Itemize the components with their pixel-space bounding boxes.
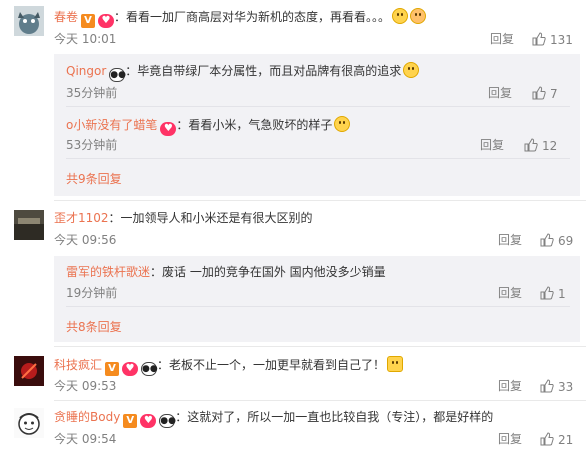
- username-link[interactable]: 贪睡的Body: [54, 410, 120, 424]
- comment-text: ：一加领导人和小米还是有很大区别的: [108, 211, 313, 225]
- more-replies-link[interactable]: 共8条回复: [66, 320, 122, 334]
- username-link[interactable]: o小新没有了蜡笔: [66, 118, 157, 132]
- more-replies-link[interactable]: 共9条回复: [66, 172, 122, 186]
- thumbs-up-emoji-icon: [387, 356, 404, 372]
- thumb-up-icon: [532, 86, 546, 100]
- thumb-up-icon: [532, 32, 546, 46]
- like-button[interactable]: 12: [524, 138, 557, 153]
- reply-button[interactable]: 回复: [490, 32, 514, 46]
- comment-item: 春卷 V ♥ ：看看一加厂商高层对华为新机的态度，再看看。。。 今天 10:01 回复…: [0, 0, 586, 200]
- emoji-icon: [410, 8, 427, 24]
- like-count: 7: [550, 87, 558, 101]
- comment-item: 科技疯汇 V ♥ ●●：老板不止一个，一加更早就看到自己了！ 今天 09:53 回复 …: [0, 346, 586, 400]
- like-count: 69: [558, 234, 574, 248]
- thumb-up-icon: [540, 233, 554, 247]
- like-count: 1: [558, 287, 566, 301]
- reply-button[interactable]: 回复: [498, 233, 522, 247]
- like-button[interactable]: 131: [532, 32, 573, 47]
- vip-badge-icon: ♥: [98, 14, 115, 28]
- comment-content: 春卷 V ♥ ：看看一加厂商高层对华为新机的态度，再看看。。。: [54, 8, 427, 28]
- panda-badge-icon: ●●: [159, 414, 177, 428]
- username-link[interactable]: 歪才1102: [54, 211, 109, 225]
- vip-badge-icon: ♥: [160, 122, 177, 136]
- comment-time: 今天 10:01: [54, 32, 117, 46]
- comment-time: 今天 09:54: [54, 432, 117, 446]
- avatar[interactable]: [14, 408, 44, 438]
- thumb-up-icon: [540, 432, 554, 446]
- reply-list: Qingor ●●：毕竟自带绿厂本分属性，而且对品牌有很高的追求 35分钟前 回复…: [54, 54, 580, 196]
- verified-badge-icon: V: [81, 14, 96, 28]
- comment-content: 歪才1102：一加领导人和小米还是有很大区别的: [54, 210, 313, 226]
- reply-content: o小新没有了蜡笔 ♥ ：看看小米，气急败坏的样子: [66, 116, 351, 136]
- username-link[interactable]: 科技疯汇: [54, 358, 102, 372]
- emoji-icon: [403, 62, 420, 78]
- reply-button[interactable]: 回复: [498, 379, 522, 393]
- reply-content: 雷军的铁杆歌迷：废话 一加的竞争在国外 国内他没多少销量: [66, 264, 386, 280]
- reply-button[interactable]: 回复: [498, 432, 522, 446]
- reply-content: Qingor ●●：毕竟自带绿厂本分属性，而且对品牌有很高的追求: [66, 62, 420, 82]
- avatar[interactable]: [14, 210, 44, 240]
- comment-time: 今天 09:56: [54, 233, 117, 247]
- reply-time: 53分钟前: [66, 138, 118, 152]
- comment-text: ：老板不止一个，一加更早就看到自己了！: [157, 358, 386, 372]
- comment-item: 歪才1102：一加领导人和小米还是有很大区别的 今天 09:56 回复 69 雷…: [0, 200, 586, 346]
- avatar[interactable]: [14, 356, 44, 386]
- like-button[interactable]: 1: [540, 286, 566, 301]
- vip-badge-icon: ♥: [140, 414, 157, 428]
- divider: [66, 106, 570, 107]
- thumb-up-icon: [540, 379, 554, 393]
- reply-text: ：毕竟自带绿厂本分属性，而且对品牌有很高的追求: [125, 64, 402, 78]
- emoji-icon: [334, 116, 351, 132]
- reply-button[interactable]: 回复: [480, 138, 504, 152]
- comment-content: 贪睡的Body V ♥ ●●：这就对了，所以一加一直也比较自我（专注），都是好样的: [54, 409, 493, 428]
- comment-item: 贪睡的Body V ♥ ●●：这就对了，所以一加一直也比较自我（专注），都是好样的 今…: [0, 400, 586, 452]
- comment-text: ：这就对了，所以一加一直也比较自我（专注），都是好样的: [175, 410, 494, 424]
- like-button[interactable]: 21: [540, 432, 573, 447]
- thumb-up-icon: [524, 138, 538, 152]
- reply-time: 19分钟前: [66, 286, 118, 300]
- reply-button[interactable]: 回复: [498, 286, 522, 300]
- like-button[interactable]: 33: [540, 379, 573, 394]
- avatar[interactable]: [14, 6, 44, 36]
- emoji-icon: [392, 8, 409, 24]
- reply-time: 35分钟前: [66, 86, 118, 100]
- like-button[interactable]: 69: [540, 233, 573, 248]
- reply-text: ：看看小米，气急败坏的样子: [176, 118, 333, 132]
- comment-time: 今天 09:53: [54, 379, 117, 393]
- thumb-up-icon: [540, 286, 554, 300]
- username-link[interactable]: Qingor: [66, 64, 106, 78]
- divider: [66, 306, 570, 307]
- panda-badge-icon: ●●: [109, 68, 126, 82]
- username-link[interactable]: 春卷: [54, 10, 78, 24]
- like-count: 21: [558, 433, 574, 447]
- like-button[interactable]: 7: [532, 86, 558, 101]
- comment-text: ：看看一加厂商高层对华为新机的态度，再看看。。。: [114, 10, 391, 24]
- like-count: 131: [550, 33, 573, 47]
- like-count: 33: [558, 380, 574, 394]
- reply-text: ：废话 一加的竞争在国外 国内他没多少销量: [150, 265, 386, 279]
- divider: [66, 158, 570, 159]
- verified-badge-icon: V: [123, 414, 138, 428]
- username-link[interactable]: 雷军的铁杆歌迷: [66, 265, 150, 279]
- reply-button[interactable]: 回复: [488, 86, 512, 100]
- comment-content: 科技疯汇 V ♥ ●●：老板不止一个，一加更早就看到自己了！: [54, 356, 404, 376]
- verified-badge-icon: V: [105, 362, 120, 376]
- like-count: 12: [542, 139, 558, 153]
- reply-list: 雷军的铁杆歌迷：废话 一加的竞争在国外 国内他没多少销量 19分钟前 回复 1 …: [54, 256, 580, 342]
- vip-badge-icon: ♥: [122, 362, 139, 376]
- panda-badge-icon: ●●: [141, 362, 158, 376]
